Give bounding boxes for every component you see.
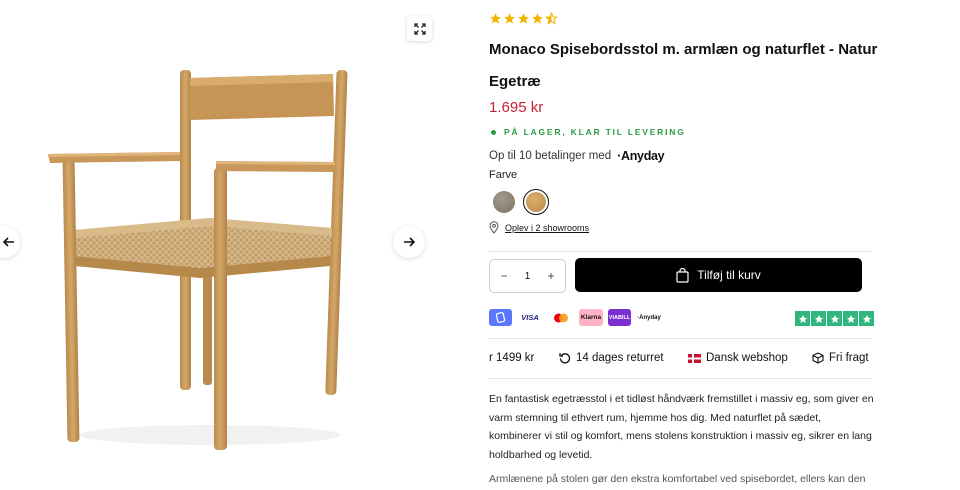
product-description-continued: Armlænene på stolen gør den ekstra komfo…: [489, 473, 866, 485]
usp-returns: 14 dages returret: [559, 352, 688, 364]
viabill-logo: VIABILL: [608, 309, 631, 326]
usp-shipping-threshold: r 1499 kr: [489, 352, 559, 364]
gallery-next-button[interactable]: [393, 226, 425, 258]
divider: [489, 378, 872, 379]
payment-methods: VISA Klarna VIABILL ·Anyday: [489, 309, 662, 326]
trustpilot-star-icon: [795, 311, 810, 326]
product-price: 1.695 kr: [489, 99, 544, 116]
mastercard-icon: [554, 313, 568, 322]
arrow-right-icon: [404, 237, 415, 247]
color-label: Farve: [489, 169, 518, 181]
anyday-payment-logo: ·Anyday: [636, 309, 662, 326]
viabill-label: VIABILL: [608, 314, 631, 321]
expand-icon: [413, 22, 426, 35]
trustpilot-star-icon: [811, 311, 826, 326]
rating-stars[interactable]: [489, 12, 558, 25]
usp-returns-text: 14 dages returret: [576, 352, 664, 364]
package-icon: [812, 352, 824, 364]
klarna-label: Klarna: [580, 314, 602, 321]
product-title: Monaco Spisebordsstol m. armlæn og natur…: [489, 41, 878, 90]
add-to-cart-label: Tilføj til kurv: [697, 268, 761, 282]
stock-dot-icon: [491, 129, 496, 135]
usp-freight: Fri fragt: [812, 352, 869, 364]
arrow-left-icon: [3, 237, 14, 247]
product-image[interactable]: [40, 60, 360, 455]
shopping-bag-icon: [676, 267, 689, 283]
mastercard-logo: [548, 309, 574, 326]
mobilepay-icon: [495, 312, 506, 323]
klarna-logo: Klarna: [579, 309, 603, 326]
stock-status-text: PÅ LAGER, KLAR TIL LEVERING: [504, 127, 686, 137]
trustpilot-star-icon: [859, 311, 874, 326]
trustpilot-star-icon: [843, 311, 858, 326]
star-half-icon: [545, 12, 558, 25]
mobilepay-logo: [489, 309, 512, 326]
gallery-prev-button[interactable]: [0, 226, 20, 258]
danish-flag-icon: [688, 353, 701, 363]
swatch-grey-oak-color: [493, 191, 515, 213]
usp-bar: r 1499 kr 14 dages returret Dansk websho…: [489, 352, 872, 364]
location-pin-icon: [489, 221, 499, 234]
star-icon: [504, 13, 515, 24]
swatch-natural-oak[interactable]: [523, 189, 549, 215]
anyday-payment-label: ·Anyday: [637, 314, 661, 321]
installments-text: Op til 10 betalinger med: [489, 150, 612, 162]
swatch-natural-oak-color: [526, 192, 546, 212]
product-gallery: [0, 0, 440, 490]
visa-logo: VISA: [517, 309, 543, 326]
installments-info: Op til 10 betalinger med ·Anyday: [489, 149, 665, 163]
fullscreen-button[interactable]: [407, 16, 432, 41]
quantity-value[interactable]: 1: [525, 271, 531, 282]
anyday-logo: ·Anyday: [617, 149, 665, 163]
anyday-brand-text: Anyday: [620, 149, 665, 163]
quantity-stepper: − 1 +: [489, 259, 566, 293]
stock-status: PÅ LAGER, KLAR TIL LEVERING: [491, 127, 686, 137]
trustpilot-rating[interactable]: [795, 311, 874, 326]
return-icon: [559, 353, 571, 364]
swatch-grey-oak[interactable]: [491, 189, 517, 215]
add-to-cart-button[interactable]: Tilføj til kurv: [575, 258, 862, 292]
divider: [489, 251, 872, 252]
star-icon: [490, 13, 501, 24]
product-description: En fantastisk egetræsstol i et tidløst h…: [489, 393, 874, 461]
usp-webshop-text: Dansk webshop: [706, 352, 788, 364]
showrooms-link[interactable]: Oplev i 2 showrooms: [505, 223, 589, 233]
usp-shipping-threshold-text: r 1499 kr: [489, 352, 535, 364]
trustpilot-star-icon: [827, 311, 842, 326]
showrooms-row: Oplev i 2 showrooms: [489, 221, 589, 234]
color-swatches: [491, 189, 549, 215]
visa-label: VISA: [521, 313, 539, 322]
usp-freight-text: Fri fragt: [829, 352, 869, 364]
star-icon: [518, 13, 529, 24]
usp-webshop: Dansk webshop: [688, 352, 812, 364]
quantity-decrease-button[interactable]: −: [497, 269, 511, 283]
star-icon: [532, 13, 543, 24]
divider: [489, 338, 872, 339]
quantity-increase-button[interactable]: +: [544, 269, 558, 283]
